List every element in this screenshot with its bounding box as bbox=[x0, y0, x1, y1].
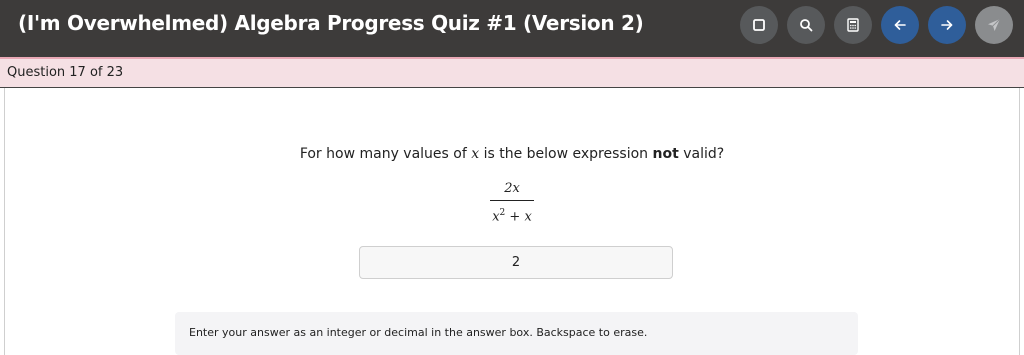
question-counter: Question 17 of 23 bbox=[7, 65, 124, 80]
square-button[interactable] bbox=[740, 6, 778, 44]
denominator-operator: + bbox=[505, 209, 525, 225]
denominator-term: x bbox=[524, 209, 532, 225]
prompt-emphasis: not bbox=[652, 146, 679, 162]
fraction-numerator: 2x bbox=[504, 181, 520, 196]
arrow-right-icon bbox=[940, 18, 954, 32]
answer-hint: Enter your answer as an integer or decim… bbox=[175, 312, 858, 355]
next-button[interactable] bbox=[928, 6, 966, 44]
send-icon bbox=[986, 17, 1002, 33]
fraction-denominator: x2 + x bbox=[462, 204, 562, 225]
fraction-bar bbox=[490, 200, 534, 201]
math-expression: 2x x2 + x bbox=[462, 180, 562, 225]
top-bar: (I'm Overwhelmed) Algebra Progress Quiz … bbox=[0, 0, 1024, 57]
answer-input[interactable]: 2 bbox=[359, 246, 673, 279]
denominator-base: x bbox=[492, 209, 500, 225]
search-button[interactable] bbox=[787, 6, 825, 44]
prompt-variable: x bbox=[471, 146, 480, 162]
prompt-text-after: valid? bbox=[678, 146, 725, 162]
arrow-left-icon bbox=[893, 18, 907, 32]
calculator-icon bbox=[847, 18, 859, 32]
quiz-title: (I'm Overwhelmed) Algebra Progress Quiz … bbox=[18, 11, 644, 35]
search-icon bbox=[799, 18, 813, 32]
prompt-text-before: For how many values of bbox=[299, 146, 472, 162]
progress-bar: Question 17 of 23 bbox=[0, 57, 1024, 88]
hint-text: Enter your answer as an integer or decim… bbox=[189, 326, 648, 339]
previous-button[interactable] bbox=[881, 6, 919, 44]
submit-button[interactable] bbox=[975, 6, 1013, 44]
calculator-button[interactable] bbox=[834, 6, 872, 44]
prompt-text-middle: is the below expression bbox=[479, 146, 653, 162]
square-icon bbox=[752, 18, 766, 32]
question-prompt: For how many values of x is the below ex… bbox=[0, 146, 1024, 162]
